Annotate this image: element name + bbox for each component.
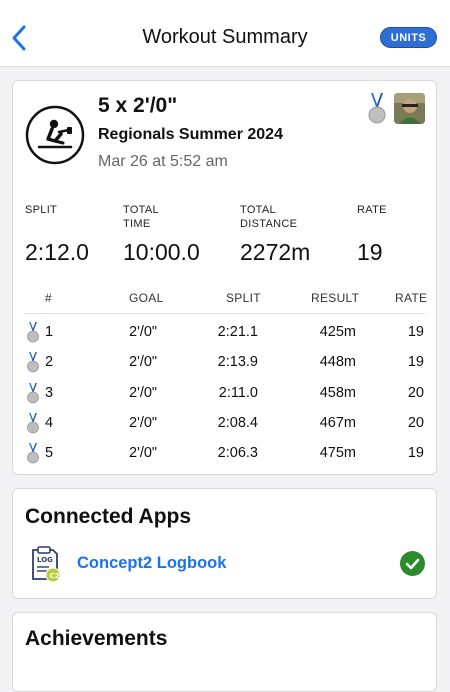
row-number: 1 (45, 324, 54, 340)
table-header-split: SPLIT (226, 291, 261, 305)
rate-value: 19 (357, 239, 383, 265)
medal-icon (27, 412, 39, 434)
avatar-image (394, 93, 425, 124)
row-result: 425m (319, 324, 356, 340)
row-result: 448m (319, 354, 356, 371)
row-split: 2:11.0 (218, 384, 258, 401)
row-rate: 20 (407, 384, 424, 401)
medal-icon (368, 93, 386, 124)
workout-summary-card: 5 x 2'/0" Regionals Summer 2024 Mar 26 a… (12, 80, 437, 475)
nav-bar: Workout Summary UNITS (0, 0, 450, 67)
stat-label: RATE (357, 204, 387, 216)
row-rate: 20 (407, 414, 424, 431)
medal-icon (27, 352, 39, 373)
row-result: 458m (319, 384, 356, 401)
table-header-num: # (45, 291, 52, 305)
row-rate: 19 (407, 354, 424, 371)
table-divider (25, 313, 425, 314)
table-header-rate: RATE (395, 291, 428, 305)
row-goal: 2'/0" (129, 354, 158, 371)
row-number: 2 (45, 354, 54, 371)
logbook-icon[interactable]: LOG C2 (29, 545, 61, 583)
row-rate: 19 (407, 445, 424, 462)
svg-text:C2: C2 (50, 572, 60, 580)
concept2-logbook-link[interactable]: Concept2 Logbook (77, 554, 226, 573)
rower-icon (25, 105, 85, 165)
split-value: 2:12.0 (25, 239, 89, 265)
connected-check-icon (400, 551, 425, 576)
medal-icon (27, 322, 39, 343)
row-goal: 2'/0" (129, 384, 158, 401)
medal-icon (27, 382, 39, 403)
connected-apps-card: Connected Apps LOG C2 Concept2 Logbook (12, 488, 437, 599)
units-button[interactable]: UNITS (380, 27, 437, 48)
achievements-title: Achievements (25, 627, 168, 650)
row-split: 2:08.4 (217, 414, 258, 431)
row-number: 3 (45, 384, 54, 401)
stat-label: TOTAL TIME (123, 204, 159, 230)
total-time-value: 10:00.0 (123, 239, 200, 265)
connected-apps-title: Connected Apps (25, 505, 192, 528)
workout-title: 5 x 2'/0" (98, 94, 178, 117)
row-result: 475m (319, 445, 356, 462)
row-goal: 2'/0" (129, 445, 158, 462)
row-goal: 2'/0" (129, 414, 158, 431)
row-number: 4 (45, 414, 54, 431)
table-header-goal: GOAL (129, 291, 164, 305)
svg-text:LOG: LOG (37, 556, 53, 564)
workout-subtitle: Regionals Summer 2024 (98, 126, 283, 143)
row-split: 2:06.3 (217, 445, 258, 462)
workout-date: Mar 26 at 5:52 am (98, 153, 228, 170)
achievements-card: Achievements (12, 612, 437, 692)
avatar[interactable] (394, 93, 425, 124)
total-distance-value: 2272m (240, 239, 311, 265)
row-goal: 2'/0" (129, 324, 158, 340)
row-split: 2:13.9 (217, 354, 258, 371)
table-header-result: RESULT (311, 291, 360, 305)
row-rate: 19 (407, 324, 424, 340)
row-result: 467m (319, 414, 356, 431)
row-split: 2:21.1 (217, 324, 258, 340)
stat-label: SPLIT (25, 204, 58, 216)
medal-icon (27, 443, 39, 464)
stat-label: TOTAL DISTANCE (240, 204, 298, 230)
row-number: 5 (45, 445, 54, 462)
